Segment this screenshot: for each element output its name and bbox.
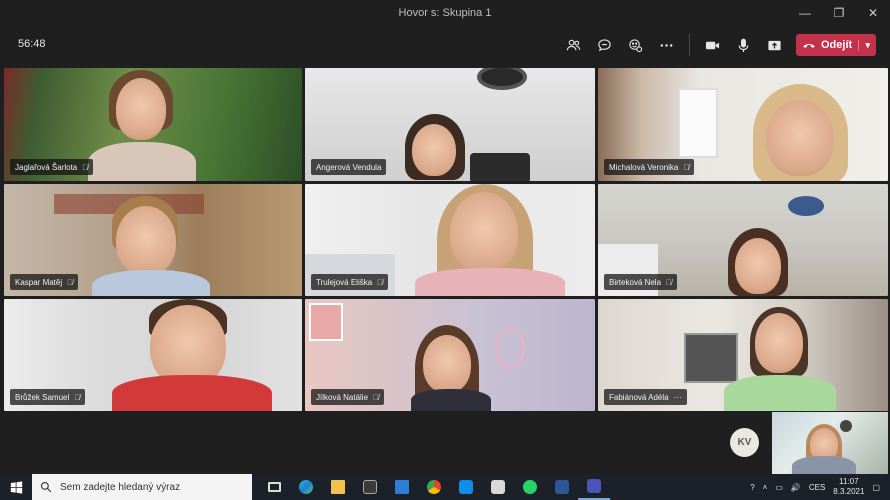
participant-name: Jílková Natálie (316, 392, 369, 402)
participant-nametag: Kaspar Matěj 🎙̸ (10, 274, 79, 290)
close-button[interactable]: ✕ (856, 0, 890, 26)
participant-face (755, 313, 803, 373)
mic-off-icon: 🎙̸ (666, 277, 673, 287)
participant-name: Birteková Nela (609, 277, 662, 287)
clock[interactable]: 11:07 8.3.2021 (833, 477, 864, 497)
title-bar: Hovor s: Skupina 1 — ❐ ✕ (0, 0, 890, 26)
participant-face (450, 192, 518, 274)
word-icon[interactable] (546, 474, 578, 500)
participant-name: Fabiánová Adéla (609, 392, 669, 402)
network-icon[interactable]: ▭ (775, 483, 783, 492)
participant-nametag: Brůžek Samuel 🎙̸ (10, 389, 86, 405)
participant-name: Angerová Vendula (316, 162, 382, 172)
participant-nametag: Trulejová Eliška 🎙̸ (311, 274, 389, 290)
window-title: Hovor s: Skupina 1 (398, 7, 492, 19)
video-grid: Jaglařová Šarlota 🎙̸ Angerová Vendula Mi… (4, 68, 888, 411)
participant-face (423, 335, 471, 393)
language-indicator[interactable]: CES (809, 483, 825, 492)
microphone-icon[interactable] (728, 32, 759, 58)
participant-face (735, 238, 781, 294)
media-icon[interactable] (482, 474, 514, 500)
clock-date: 8.3.2021 (833, 487, 865, 496)
search-box[interactable]: Sem zadejte hledaný výraz (32, 474, 252, 500)
participant-name: Brůžek Samuel (15, 392, 70, 402)
whatsapp-icon[interactable] (514, 474, 546, 500)
store-icon[interactable] (354, 474, 386, 500)
toolbar-divider (689, 34, 690, 56)
help-icon[interactable]: ? (750, 483, 754, 492)
participant-tile[interactable]: Trulejová Eliška 🎙̸ (305, 184, 595, 296)
participant-nametag: Fabiánová Adéla ··· (604, 389, 687, 405)
leave-call-button[interactable]: Odejít ▾ (796, 34, 876, 56)
participant-tile[interactable]: Brůžek Samuel 🎙̸ (4, 299, 302, 411)
taskbar: Sem zadejte hledaný výraz ? ˄ ▭ 🔊 CES 11… (0, 474, 890, 500)
search-icon (40, 481, 52, 493)
maximize-button[interactable]: ❐ (822, 0, 856, 26)
call-timer: 56:48 (18, 38, 46, 50)
clock-time: 11:07 (839, 477, 859, 486)
call-toolbar: 56:48 Odejít ▾ (0, 26, 890, 64)
taskbar-apps (258, 474, 610, 500)
participant-tile[interactable]: Michalová Veronika 🎙̸ (598, 68, 888, 181)
file-explorer-icon[interactable] (322, 474, 354, 500)
chrome-icon[interactable] (418, 474, 450, 500)
notifications-icon[interactable]: ▢ (872, 483, 880, 492)
participant-face (412, 124, 456, 176)
more-options-icon[interactable]: ··· (674, 393, 682, 402)
participant-nametag: Michalová Veronika 🎙̸ (604, 159, 695, 175)
participants-icon[interactable] (558, 32, 589, 58)
chat-icon[interactable] (589, 32, 620, 58)
participant-tile[interactable]: Fabiánová Adéla ··· (598, 299, 888, 411)
edge-icon[interactable] (290, 474, 322, 500)
search-placeholder: Sem zadejte hledaný výraz (60, 481, 181, 493)
mic-off-icon: 🎙̸ (683, 162, 690, 172)
participant-tile[interactable]: Angerová Vendula (305, 68, 595, 181)
participant-nametag: Angerová Vendula (311, 159, 387, 175)
call-controls: Odejít ▾ (558, 32, 876, 58)
participant-name: Kaspar Matěj (15, 277, 63, 287)
mic-off-icon: 🎙̸ (373, 392, 380, 402)
participant-face (116, 206, 176, 276)
self-video-preview[interactable] (772, 412, 888, 474)
participant-name: Jaglařová Šarlota (15, 162, 78, 172)
chevron-down-icon[interactable]: ▾ (858, 39, 870, 51)
participant-tile[interactable]: Jílková Natálie 🎙̸ (305, 299, 595, 411)
participant-tile[interactable]: Birteková Nela 🎙̸ (598, 184, 888, 296)
participant-nametag: Jílková Natálie 🎙̸ (311, 389, 385, 405)
participant-face (766, 100, 834, 176)
leave-label: Odejít (821, 39, 853, 51)
participant-name: Trulejová Eliška (316, 277, 373, 287)
more-actions-icon[interactable] (651, 32, 682, 58)
minimize-button[interactable]: — (788, 0, 822, 26)
window-controls: — ❐ ✕ (788, 0, 890, 26)
teamviewer-icon[interactable] (450, 474, 482, 500)
chevron-up-icon[interactable]: ˄ (763, 483, 768, 492)
teams-icon[interactable] (578, 474, 610, 500)
task-view-icon[interactable] (258, 474, 290, 500)
phone-icon (803, 44, 815, 48)
share-screen-icon[interactable] (759, 32, 790, 58)
participant-tile[interactable]: Kaspar Matěj 🎙̸ (4, 184, 302, 296)
mic-off-icon: 🎙̸ (74, 392, 81, 402)
camera-icon[interactable] (697, 32, 728, 58)
reactions-icon[interactable] (620, 32, 651, 58)
participant-nametag: Jaglařová Šarlota 🎙̸ (10, 159, 94, 175)
participant-face (116, 78, 166, 140)
mic-off-icon: 🎙̸ (82, 162, 89, 172)
participant-name: Michalová Veronika (609, 162, 679, 172)
windows-start-icon[interactable] (0, 474, 32, 500)
participant-tile[interactable]: Jaglařová Šarlota 🎙̸ (4, 68, 302, 181)
mic-off-icon: 🎙̸ (377, 277, 384, 287)
volume-icon[interactable]: 🔊 (791, 483, 801, 492)
avatar[interactable]: KV (730, 428, 759, 457)
participant-nametag: Birteková Nela 🎙̸ (604, 274, 678, 290)
mail-icon[interactable] (386, 474, 418, 500)
system-tray: ? ˄ ▭ 🔊 CES 11:07 8.3.2021 ▢ (750, 474, 890, 500)
mic-off-icon: 🎙̸ (67, 277, 74, 287)
